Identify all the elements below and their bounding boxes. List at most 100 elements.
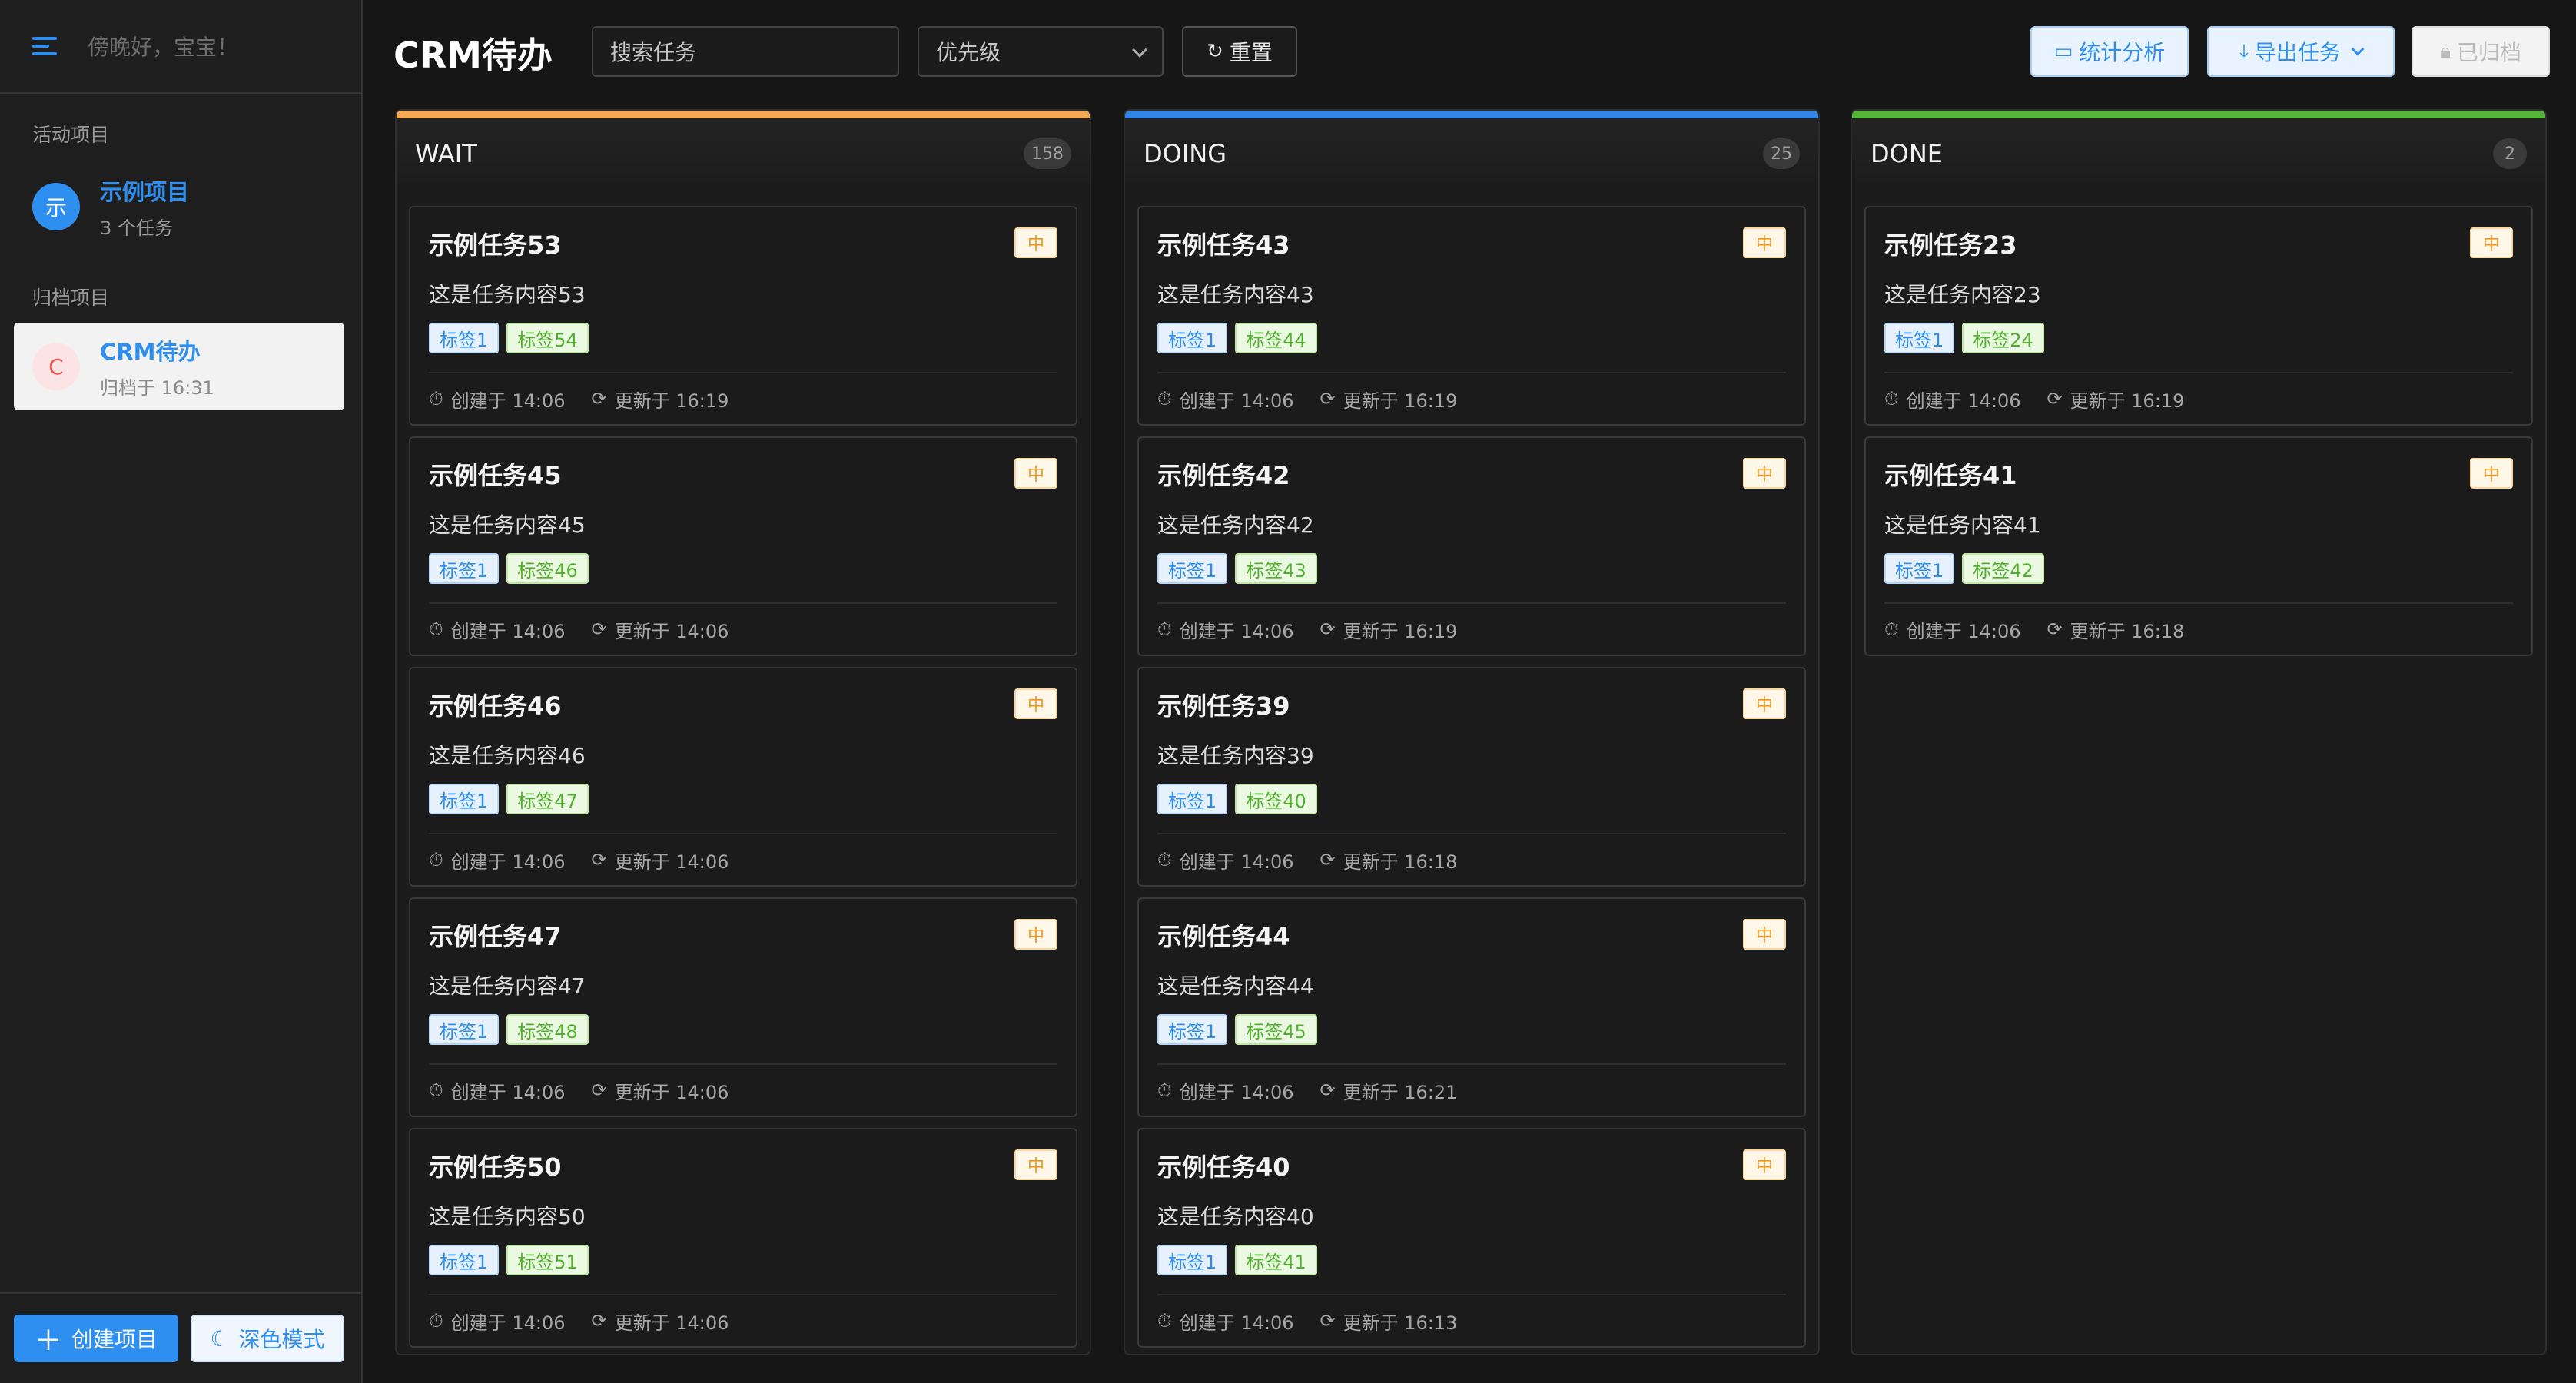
timer-icon: ⏱ (1157, 1080, 1172, 1101)
task-title: 示例任务41 (1884, 461, 2017, 490)
updated-time: 更新于 16:19 (2070, 390, 2185, 412)
task-card[interactable]: 示例任务39 中这是任务内容39 标签1 标签40 ⏱ 创建于 14:06 ⟳ 更新于 16:… (1137, 667, 1806, 887)
task-meta: ⏱ 创建于 14:06 ⟳ 更新于 16:18 (1884, 602, 2513, 655)
project-name: 示例项目 (100, 178, 190, 205)
task-title: 示例任务46 (429, 692, 562, 721)
task-content: 这是任务内容50 (429, 1204, 586, 1229)
priority-badge: 中 (1014, 227, 1057, 258)
task-meta: ⏱ 创建于 14:06 ⟳ 更新于 14:06 (429, 602, 1057, 655)
tag: 标签1 (429, 553, 500, 584)
sync-icon: ⟳ (1320, 1310, 1336, 1332)
chart-icon: ▭ (2053, 40, 2073, 63)
task-title: 示例任务50 (429, 1152, 562, 1182)
task-card[interactable]: 示例任务53 中这是任务内容53 标签1 标签54 ⏱ 创建于 14:06 ⟳ 更新于 16:… (409, 206, 1077, 426)
priority-badge: 中 (1743, 458, 1786, 489)
task-card[interactable]: 示例任务43 中这是任务内容43 标签1 标签44 ⏱ 创建于 14:06 ⟳ 更新于 16:… (1137, 206, 1806, 426)
task-card[interactable]: 示例任务46 中这是任务内容46 标签1 标签47 ⏱ 创建于 14:06 ⟳ 更新于 14:… (409, 667, 1077, 887)
project-task-count: 3 个任务 (100, 217, 173, 239)
greeting-text: 傍晚好，宝宝！ (88, 35, 239, 60)
archived-button[interactable]: 🔒︎ 已归档 (2412, 26, 2550, 77)
created-time: 创建于 14:06 (1179, 620, 1294, 642)
created-time: 创建于 14:06 (450, 390, 566, 412)
column-title: DOING (1144, 139, 1227, 168)
created-time: 创建于 14:06 (1179, 1081, 1294, 1103)
task-card[interactable]: 示例任务23 中这是任务内容23 标签1 标签24 ⏱ 创建于 14:06 ⟳ 更新于 16:… (1864, 206, 2533, 426)
created-time: 创建于 14:06 (450, 620, 566, 642)
sync-icon: ⟳ (2047, 619, 2063, 640)
tag: 标签1 (1157, 784, 1228, 814)
column-count-badge: 158 (1024, 138, 1071, 169)
tag: 标签1 (1157, 553, 1228, 584)
created-meta: ⏱ 创建于 14:06 (1157, 386, 1294, 413)
task-meta: ⏱ 创建于 14:06 ⟳ 更新于 16:19 (1884, 372, 2513, 424)
sidebar-header: 傍晚好，宝宝！ (0, 0, 361, 94)
tag: 标签43 (1235, 553, 1317, 584)
task-card[interactable]: 示例任务44 中这是任务内容44 标签1 标签45 ⏱ 创建于 14:06 ⟳ 更新于 16:… (1137, 897, 1806, 1117)
updated-meta: ⟳ 更新于 16:21 (1320, 1077, 1458, 1104)
column-count-badge: 2 (2493, 138, 2527, 169)
timer-icon: ⏱ (429, 619, 443, 640)
tag-list: 标签1 标签51 (429, 1245, 1057, 1275)
tag-list: 标签1 标签48 (429, 1014, 1057, 1045)
priority-select[interactable]: 优先级 (918, 26, 1164, 77)
tag-list: 标签1 标签43 (1157, 553, 1786, 584)
task-card[interactable]: 示例任务42 中这是任务内容42 标签1 标签43 ⏱ 创建于 14:06 ⟳ 更新于 16:… (1137, 436, 1806, 656)
timer-icon: ⏱ (429, 388, 443, 410)
timer-icon: ⏱ (1157, 849, 1172, 871)
priority-badge: 中 (1743, 688, 1786, 719)
reset-button[interactable]: ↻ 重置 (1182, 26, 1297, 77)
export-button[interactable]: ⤓ 导出任务 (2207, 26, 2395, 77)
created-meta: ⏱ 创建于 14:06 (1157, 616, 1294, 643)
updated-meta: ⟳ 更新于 16:19 (1320, 616, 1458, 643)
task-meta: ⏱ 创建于 14:06 ⟳ 更新于 14:06 (429, 833, 1057, 885)
created-time: 创建于 14:06 (450, 1081, 566, 1103)
task-card[interactable]: 示例任务47 中这是任务内容47 标签1 标签48 ⏱ 创建于 14:06 ⟳ 更新于 14:… (409, 897, 1077, 1117)
task-title: 示例任务47 (429, 922, 562, 951)
created-time: 创建于 14:06 (1179, 390, 1294, 412)
task-content: 这是任务内容42 (1157, 512, 1314, 538)
stats-label: 统计分析 (2079, 40, 2166, 65)
task-card[interactable]: 示例任务45 中这是任务内容45 标签1 标签46 ⏱ 创建于 14:06 ⟳ 更新于 14:… (409, 436, 1077, 656)
updated-meta: ⟳ 更新于 16:13 (1320, 1308, 1458, 1335)
task-content: 这是任务内容39 (1157, 743, 1314, 768)
create-project-button[interactable]: ＋ 创建项目 (14, 1315, 178, 1362)
task-title: 示例任务23 (1884, 230, 2017, 260)
task-meta: ⏱ 创建于 14:06 ⟳ 更新于 16:13 (1157, 1294, 1786, 1346)
avatar: 示 (32, 183, 80, 230)
tag: 标签45 (1235, 1014, 1317, 1045)
task-card[interactable]: 示例任务41 中这是任务内容41 标签1 标签42 ⏱ 创建于 14:06 ⟳ 更新于 16:… (1864, 436, 2533, 656)
tag-list: 标签1 标签44 (1157, 323, 1786, 353)
task-content: 这是任务内容40 (1157, 1204, 1314, 1229)
project-item-archived[interactable]: C CRM待办 归档于 16:31 (14, 323, 344, 410)
task-meta: ⏱ 创建于 14:06 ⟳ 更新于 16:19 (1157, 602, 1786, 655)
topbar: CRM待办 搜索任务 优先级 ↻ 重置 ▭ 统计分析 ⤓ 导出任务 🔒︎ 已归档 (363, 0, 2576, 108)
task-card[interactable]: 示例任务50 中这是任务内容50 标签1 标签51 ⏱ 创建于 14:06 ⟳ 更新于 14:… (409, 1128, 1077, 1348)
created-meta: ⏱ 创建于 14:06 (1884, 386, 2021, 413)
timer-icon: ⏱ (1884, 619, 1899, 640)
tag: 标签1 (429, 1014, 500, 1045)
updated-time: 更新于 14:06 (614, 620, 729, 642)
created-time: 创建于 14:06 (1906, 390, 2021, 412)
task-title: 示例任务42 (1157, 461, 1290, 490)
dark-mode-button[interactable]: ☾ 深色模式 (191, 1315, 344, 1362)
tag: 标签1 (429, 1245, 500, 1275)
download-icon: ⤓ (2239, 39, 2249, 63)
updated-time: 更新于 16:18 (1343, 851, 1458, 873)
search-input[interactable]: 搜索任务 (592, 26, 899, 77)
tag-list: 标签1 标签47 (429, 784, 1057, 814)
sync-icon: ⟳ (591, 1310, 607, 1332)
tag-list: 标签1 标签46 (429, 553, 1057, 584)
created-meta: ⏱ 创建于 14:06 (1157, 847, 1294, 874)
refresh-icon: ↻ (1207, 40, 1223, 63)
menu-icon[interactable] (32, 37, 57, 55)
stats-button[interactable]: ▭ 统计分析 (2030, 26, 2189, 77)
task-card[interactable]: 示例任务40 中这是任务内容40 标签1 标签41 ⏱ 创建于 14:06 ⟳ 更新于 16:… (1137, 1128, 1806, 1348)
tag-list: 标签1 标签40 (1157, 784, 1786, 814)
updated-meta: ⟳ 更新于 14:06 (592, 1077, 729, 1104)
task-content: 这是任务内容46 (429, 743, 586, 768)
tag: 标签51 (506, 1245, 589, 1275)
sidebar-footer: ＋ 创建项目 ☾ 深色模式 (0, 1292, 361, 1383)
project-item-active[interactable]: 示 示例项目 3 个任务 (14, 163, 344, 250)
timer-icon: ⏱ (429, 849, 443, 871)
task-content: 这是任务内容53 (429, 282, 586, 307)
